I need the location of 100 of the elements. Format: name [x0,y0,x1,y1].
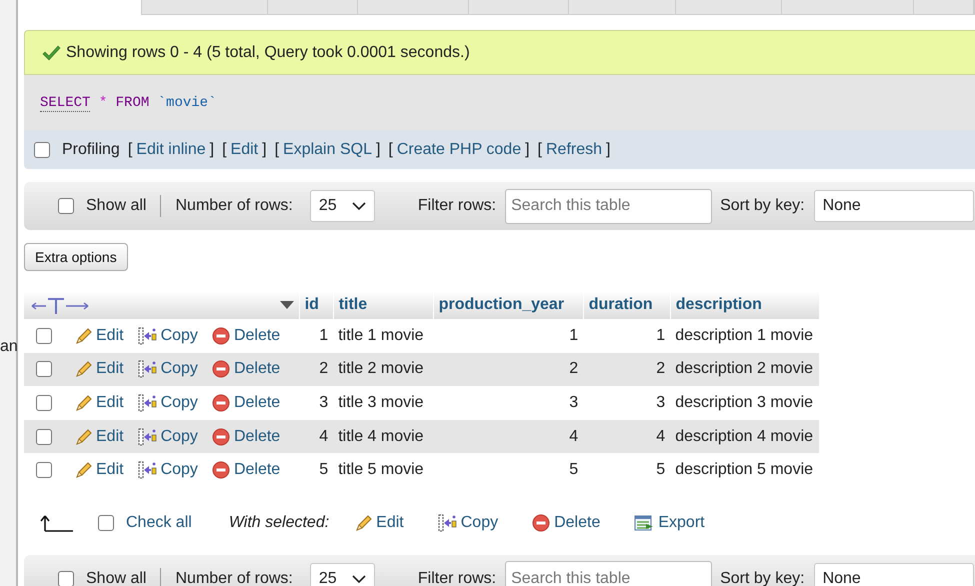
copy-link[interactable]: Copy [138,360,198,378]
table-cell: title 4 movie [333,420,434,454]
edit-link[interactable]: Edit [74,326,124,345]
table-cell: title 3 movie [333,386,434,420]
bracket: [ [538,140,542,158]
rows-label: Number of rows: [175,570,293,586]
copy-icon [138,394,157,412]
table-cell-text: 5 [318,460,330,480]
show-all-label: Show all [86,197,146,215]
export-icon [634,514,654,532]
sort-dropdown[interactable]: None [814,562,974,586]
checkbox[interactable] [98,514,114,531]
sidebar-text: an [0,338,18,356]
checkbox[interactable] [36,394,52,411]
sort-dropdown[interactable]: None [814,190,974,222]
checkmark-icon [42,44,61,60]
export-button[interactable]: Export [634,514,705,532]
copy-button[interactable]: Copy [438,514,498,532]
table-cell: description 2 movie [670,352,820,386]
bracket: [ [388,140,393,158]
pencil-icon [354,514,372,532]
table-cell: 4 [299,420,334,454]
dropdown-triangle-icon [280,301,294,309]
filter-label: Filter rows: [418,570,496,586]
link[interactable]: Explain SQL [283,140,372,158]
table-cell: 4 [583,420,670,454]
copy-icon [138,326,157,345]
sort-label: Sort by key: [720,197,805,215]
edit-link[interactable]: Edit [74,428,124,446]
checkbox[interactable] [34,142,50,158]
delete-icon [212,461,230,480]
delete-button[interactable]: Delete [532,514,600,532]
chevron-icon [352,574,366,583]
table-cell: 2 [299,352,334,386]
checkbox[interactable] [36,428,52,445]
edit-link[interactable]: Edit [74,394,124,412]
table-cell: 3 [299,386,334,420]
show-all-label: Show all [86,570,146,586]
search-field[interactable]: Search this table [505,188,712,224]
table-cell: 2 [433,352,584,386]
delete-link[interactable]: Delete [212,461,280,480]
checkbox[interactable] [58,198,74,214]
bracket: ] [210,140,214,158]
delete-link[interactable]: Delete [212,428,280,446]
copy-link[interactable]: Copy [138,326,198,345]
edit-link[interactable]: Edit [74,360,124,378]
edit-button[interactable]: Edit [354,514,404,532]
table-cell: 4 [433,420,584,454]
table-cell: 3 [583,386,670,420]
link[interactable]: Edit inline [136,140,206,158]
with-selected-label: With selected: [228,514,330,532]
delete-icon [212,428,230,446]
pencil-icon [74,428,92,446]
bracket: ] [376,140,380,158]
delete-link[interactable]: Delete [212,394,280,412]
delete-link[interactable]: Delete [212,326,280,345]
profiling-label: Profiling [62,140,120,158]
copy-icon [138,428,157,446]
link[interactable]: Refresh [546,140,602,158]
check-all-link[interactable]: Check all [126,514,192,532]
checkbox[interactable] [36,462,52,478]
copy-link[interactable]: Copy [138,461,198,480]
rows-dropdown[interactable]: 25 [310,562,375,586]
search-field[interactable]: Search this table [505,561,712,586]
table-cell: 1 [583,319,670,353]
column-arrows-icon [31,296,89,314]
column-header[interactable]: title [333,291,434,319]
table-cell: 2 [583,352,670,386]
column-header[interactable]: id [299,291,334,319]
table-cell-text: title 5 movie [337,460,425,480]
bracket: ] [262,140,267,158]
bracket: [ [222,140,227,158]
pencil-icon [74,326,92,345]
bracket: ] [525,140,530,158]
delete-link[interactable]: Delete [212,360,280,378]
column-header[interactable]: description [670,291,820,319]
table-cell: 1 [299,319,334,353]
table-cell: title 2 movie [333,352,434,386]
checkbox[interactable] [36,361,52,378]
bracket: [ [274,140,280,158]
rows-dropdown[interactable]: 25 [310,190,375,222]
delete-icon [532,514,550,532]
checkbox[interactable] [36,328,52,344]
bracket: ] [606,140,610,158]
copy-icon [138,360,157,378]
checkbox[interactable] [58,570,74,586]
extra-options-button[interactable]: Extra options [24,243,128,271]
copy-link[interactable]: Copy [138,394,198,412]
table-cell: description 1 movie [670,319,820,353]
pencil-icon [74,394,92,412]
message-text: Showing rows 0 - 4 (5 total, Query took 0.0001 seconds.) [66,44,470,62]
link[interactable]: Create PHP code [396,140,522,158]
pencil-icon [74,461,92,480]
chevron-icon [352,202,366,210]
column-header[interactable]: production_year [433,291,584,319]
table-cell-text: 5 [568,460,580,480]
link[interactable]: Edit [230,140,258,158]
column-header[interactable]: duration [583,291,670,319]
copy-link[interactable]: Copy [138,428,198,446]
edit-link[interactable]: Edit [74,461,124,480]
